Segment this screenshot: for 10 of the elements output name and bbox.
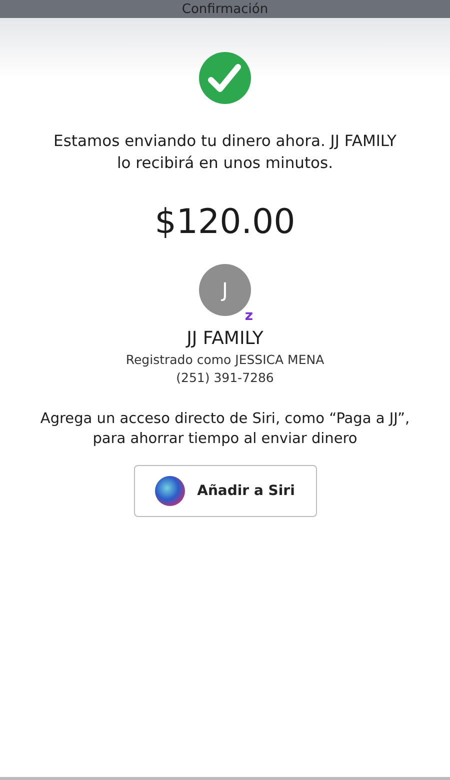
status-message: Estamos enviando tu dinero ahora. JJ FAMILY lo recibirá en unos minutos. <box>52 131 398 174</box>
recipient-name: JJ FAMILY <box>186 328 264 349</box>
phone-number: (251) 391-7286 <box>176 370 274 385</box>
amount: $120.00 <box>154 202 296 242</box>
check-icon <box>199 52 251 104</box>
siri-hint: Agrega un acceso directo de Siri, como “Paga a JJ”, para ahorrar tiempo al enviar dinero <box>39 410 411 449</box>
add-to-siri-button[interactable]: Añadir a Siri <box>134 465 316 517</box>
registered-name: Registrado como JESSICA MENA <box>126 352 324 367</box>
orb-icon <box>155 476 186 506</box>
screen-title: Confirmación <box>182 2 268 18</box>
